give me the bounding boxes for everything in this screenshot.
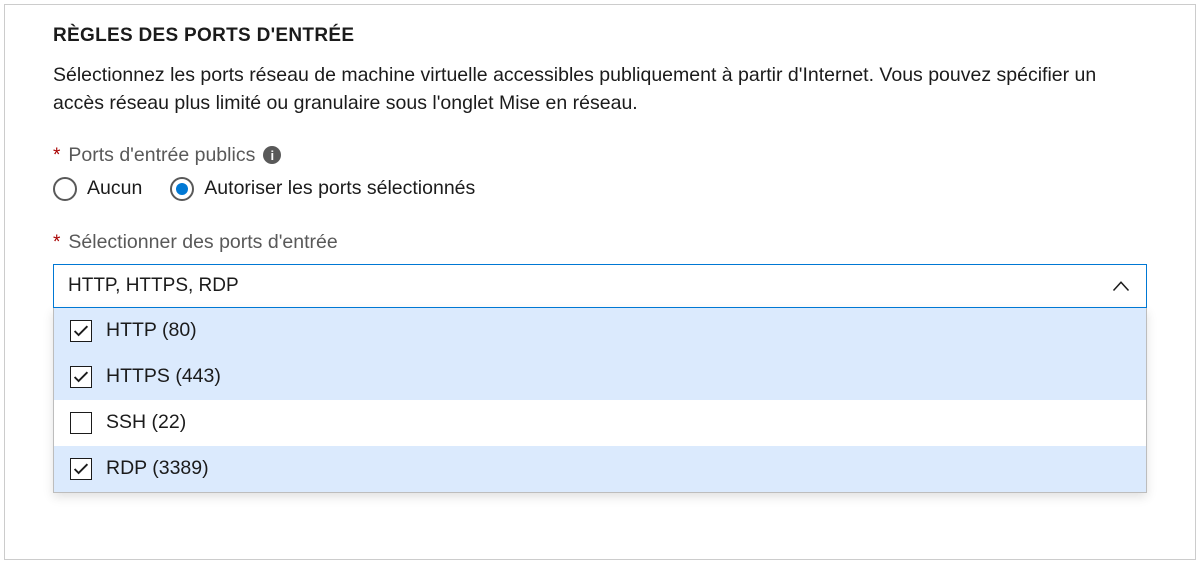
required-indicator: * [53, 146, 60, 165]
chevron-up-icon [1112, 279, 1130, 293]
checkbox-icon [70, 366, 92, 388]
checkbox-icon [70, 458, 92, 480]
radio-outer-icon [53, 177, 77, 201]
radio-allow-label: Autoriser les ports sélectionnés [204, 177, 475, 200]
public-ports-label: Ports d'entrée publics [68, 144, 255, 167]
select-ports-label: Sélectionner des ports d'entrée [68, 231, 337, 254]
port-option-label: HTTPS (443) [106, 365, 221, 388]
port-option-https[interactable]: HTTPS (443) [54, 354, 1146, 400]
radio-outer-icon [170, 177, 194, 201]
section-description: Sélectionnez les ports réseau de machine… [53, 61, 1147, 118]
select-ports-label-row: * Sélectionner des ports d'entrée [53, 231, 1147, 254]
port-option-ssh[interactable]: SSH (22) [54, 400, 1146, 446]
checkbox-icon [70, 320, 92, 342]
inbound-port-rules-panel: RÈGLES DES PORTS D'ENTRÉE Sélectionnez l… [4, 4, 1196, 560]
required-indicator: * [53, 233, 60, 252]
port-option-label: RDP (3389) [106, 457, 209, 480]
public-ports-label-row: * Ports d'entrée publics i [53, 144, 1147, 167]
ports-dropdown-value: HTTP, HTTPS, RDP [68, 275, 239, 297]
public-ports-radio-group: Aucun Autoriser les ports sélectionnés [53, 177, 1147, 201]
radio-allow-selected[interactable]: Autoriser les ports sélectionnés [170, 177, 475, 201]
radio-none[interactable]: Aucun [53, 177, 142, 201]
port-option-label: HTTP (80) [106, 319, 197, 342]
ports-dropdown-trigger[interactable]: HTTP, HTTPS, RDP [53, 264, 1147, 308]
radio-inner-icon [176, 183, 188, 195]
port-option-rdp[interactable]: RDP (3389) [54, 446, 1146, 492]
radio-inner-icon [59, 183, 71, 195]
ports-dropdown: HTTP, HTTPS, RDP HTTP (80) HTTPS (443) [53, 264, 1147, 493]
checkbox-icon [70, 412, 92, 434]
radio-none-label: Aucun [87, 177, 142, 200]
port-option-label: SSH (22) [106, 411, 186, 434]
section-title: RÈGLES DES PORTS D'ENTRÉE [53, 25, 1147, 47]
ports-dropdown-list: HTTP (80) HTTPS (443) SSH (22) RDP (3389… [53, 308, 1147, 493]
port-option-http[interactable]: HTTP (80) [54, 308, 1146, 354]
info-icon[interactable]: i [263, 146, 281, 164]
